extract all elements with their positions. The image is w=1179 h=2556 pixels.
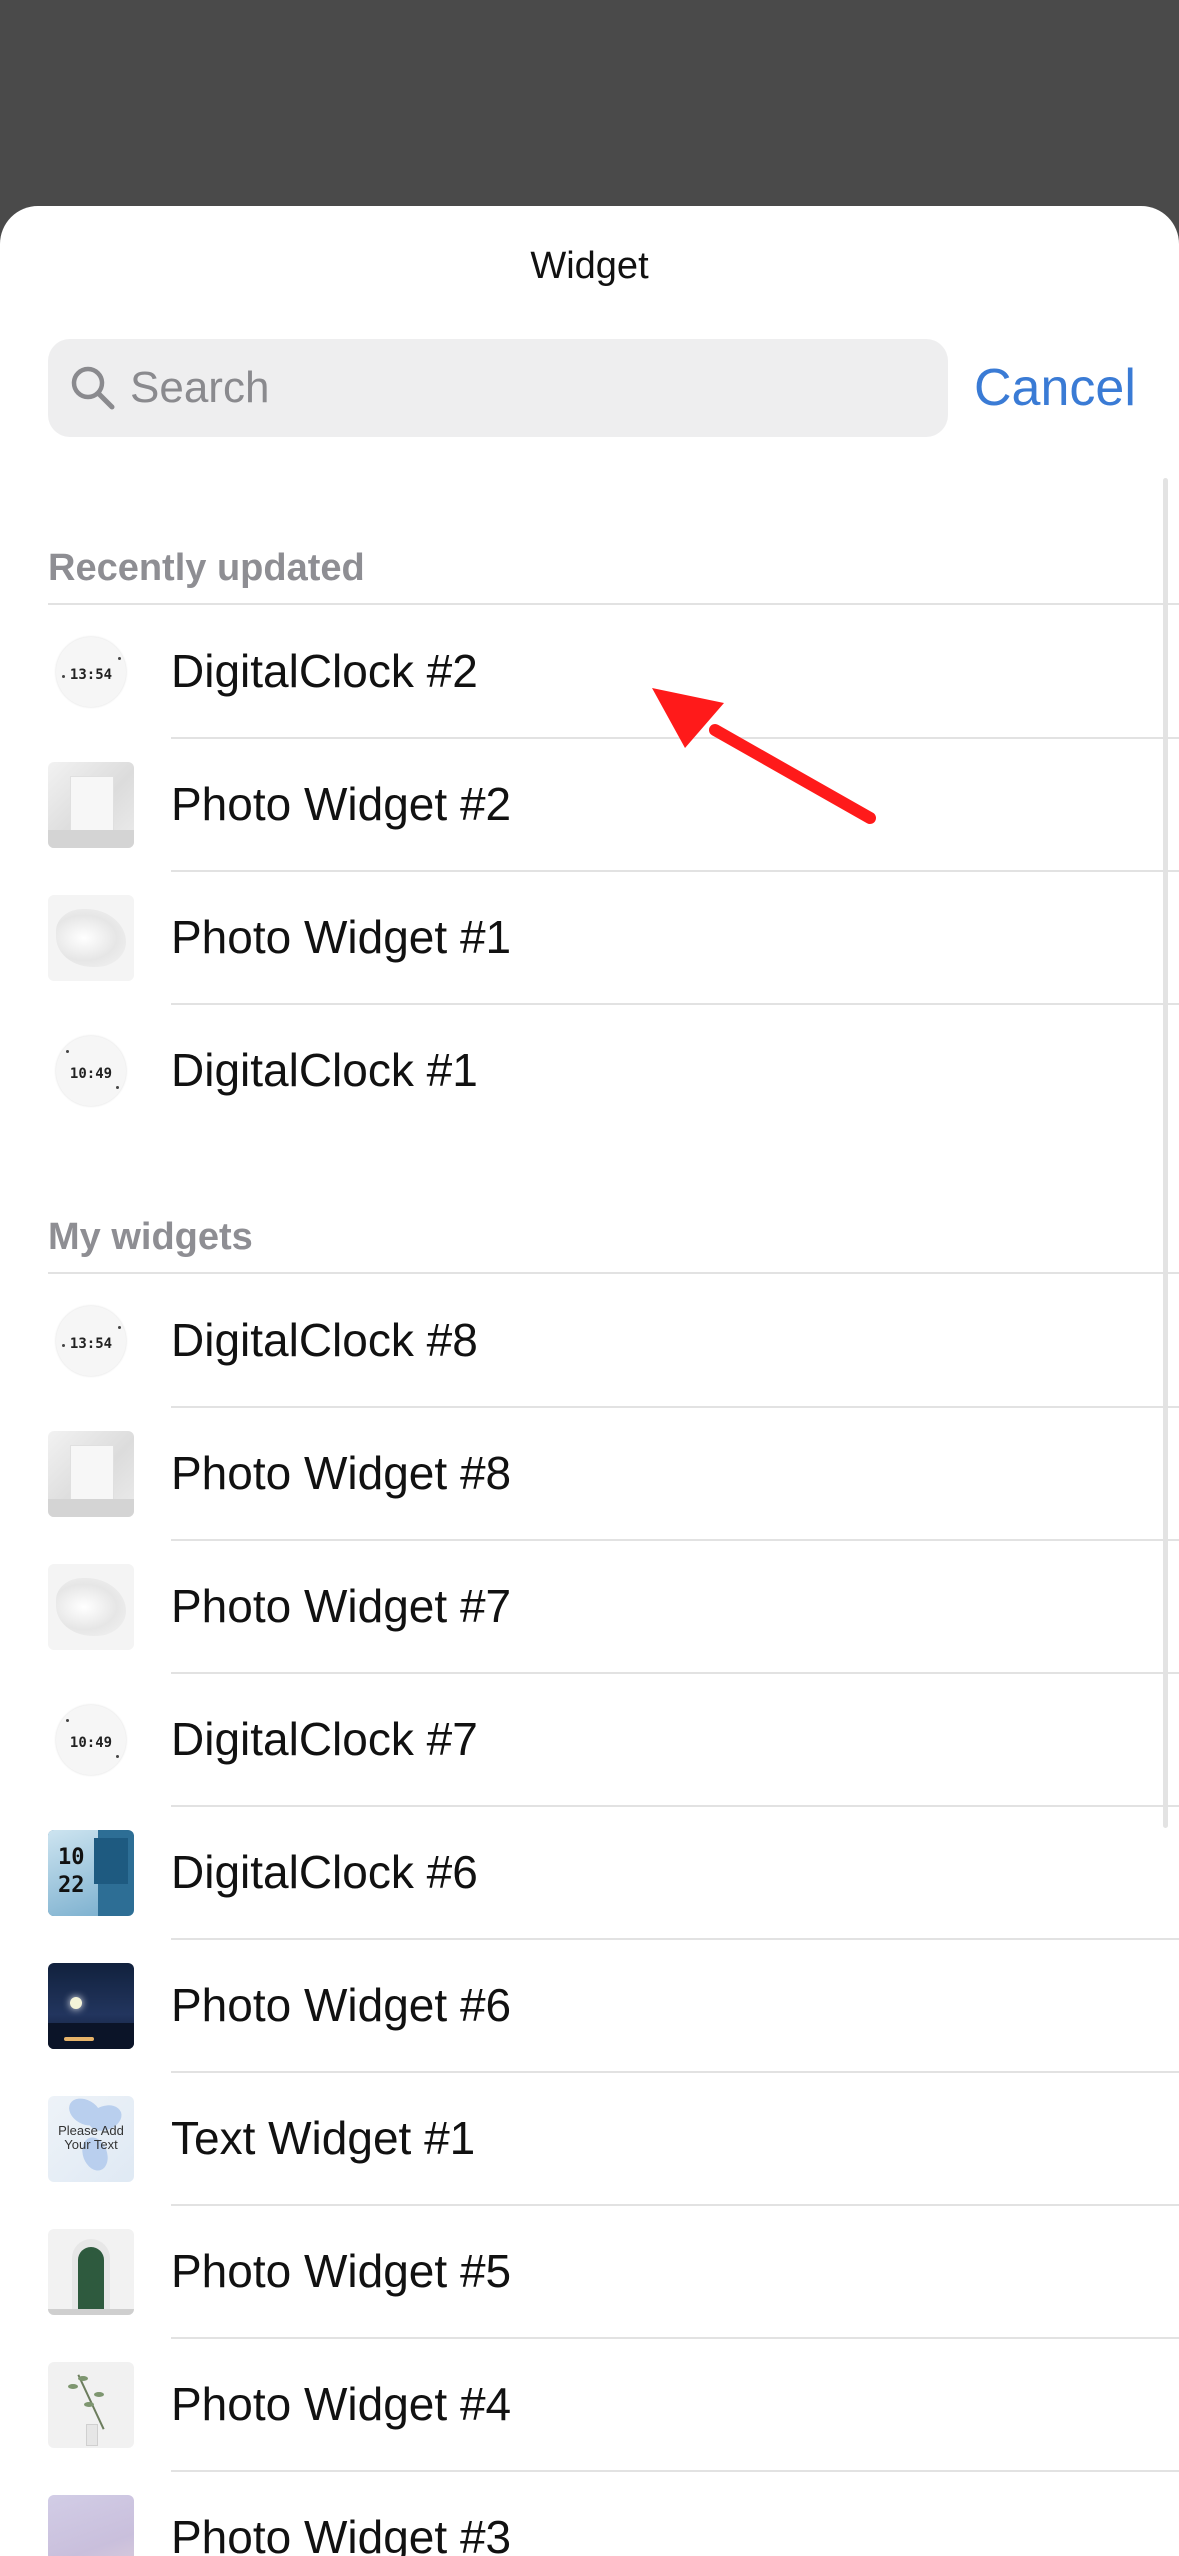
- widget-name: DigitalClock #7: [171, 1713, 478, 1765]
- widget-name: DigitalClock #1: [171, 1044, 478, 1096]
- cancel-button[interactable]: Cancel: [974, 346, 1136, 430]
- section-header-recently-updated: Recently updated: [48, 547, 365, 589]
- widget-row-photo-widget-5[interactable]: Photo Widget #5: [0, 2205, 1179, 2339]
- widget-row-digitalclock-1[interactable]: 10:49 DigitalClock #1: [0, 1004, 1179, 1137]
- sheet-title: Widget: [530, 245, 649, 287]
- photo-thumbnail: [48, 2362, 134, 2448]
- photo-thumbnail: [48, 1963, 134, 2049]
- widget-name: Photo Widget #5: [171, 2245, 512, 2297]
- widget-row-photo-widget-1[interactable]: Photo Widget #1: [0, 871, 1179, 1005]
- photo-thumbnail: [48, 895, 134, 981]
- widget-name: DigitalClock #8: [171, 1314, 478, 1366]
- widget-row-digitalclock-6[interactable]: 10 22 DigitalClock #6: [0, 1806, 1179, 1940]
- widget-row-photo-widget-3[interactable]: Photo Widget #3: [0, 2471, 1179, 2556]
- widget-picker-sheet: Widget Cancel Recently updated 13:54 Dig…: [0, 206, 1179, 2556]
- widget-name: DigitalClock #6: [171, 1846, 478, 1898]
- widget-row-digitalclock-8[interactable]: 13:54 DigitalClock #8: [0, 1274, 1179, 1408]
- widget-row-digitalclock-7[interactable]: 10:49 DigitalClock #7: [0, 1673, 1179, 1807]
- widget-name: Photo Widget #2: [171, 778, 512, 830]
- widget-row-digitalclock-2[interactable]: 13:54 DigitalClock #2: [0, 605, 1179, 739]
- widget-row-photo-widget-7[interactable]: Photo Widget #7: [0, 1540, 1179, 1674]
- widget-row-text-widget-1[interactable]: Please Add Your Text Text Widget #1: [0, 2072, 1179, 2206]
- photo-thumbnail: [48, 2495, 134, 2556]
- photo-thumbnail: [48, 762, 134, 848]
- search-bar[interactable]: [48, 339, 948, 437]
- digital-clock-thumbnail: 13:54: [48, 629, 134, 715]
- photo-thumbnail: [48, 2229, 134, 2315]
- digital-clock-thumbnail: 13:54: [48, 1298, 134, 1384]
- widget-row-photo-widget-4[interactable]: Photo Widget #4: [0, 2338, 1179, 2472]
- search-icon: [71, 366, 115, 410]
- photo-thumbnail: [48, 1564, 134, 1650]
- section-header-my-widgets: My widgets: [48, 1216, 253, 1258]
- widget-name: Photo Widget #1: [171, 911, 512, 963]
- digital-clock-thumbnail: 10 22: [48, 1830, 134, 1916]
- widget-name: Text Widget #1: [171, 2112, 476, 2164]
- search-input[interactable]: [130, 339, 920, 437]
- widget-row-photo-widget-2[interactable]: Photo Widget #2: [0, 738, 1179, 872]
- text-widget-thumbnail: Please Add Your Text: [48, 2096, 134, 2182]
- widget-row-photo-widget-6[interactable]: Photo Widget #6: [0, 1939, 1179, 2073]
- widget-row-photo-widget-8[interactable]: Photo Widget #8: [0, 1407, 1179, 1541]
- widget-name: Photo Widget #3: [171, 2511, 512, 2556]
- widget-name: Photo Widget #7: [171, 1580, 512, 1632]
- widget-name: Photo Widget #8: [171, 1447, 512, 1499]
- widget-name: DigitalClock #2: [171, 645, 478, 697]
- digital-clock-thumbnail: 10:49: [48, 1697, 134, 1783]
- photo-thumbnail: [48, 1431, 134, 1517]
- widget-name: Photo Widget #6: [171, 1979, 512, 2031]
- digital-clock-thumbnail: 10:49: [48, 1028, 134, 1114]
- widget-name: Photo Widget #4: [171, 2378, 512, 2430]
